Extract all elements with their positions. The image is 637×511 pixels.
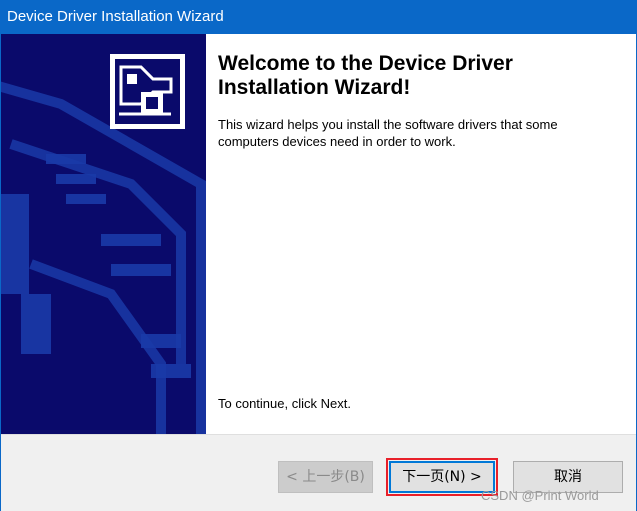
welcome-heading-line1: Welcome to the Device Driver [218, 52, 513, 75]
intro-line1: This wizard helps you install the softwa… [218, 117, 558, 132]
banner-graphic [1, 34, 206, 434]
intro-text: This wizard helps you install the softwa… [218, 116, 618, 150]
watermark: CSDN @Print World [481, 488, 599, 503]
wizard-window: Device Driver Installation Wizard Welcom… [0, 0, 637, 511]
back-button[interactable]: < 上一步(B) [278, 461, 373, 493]
intro-line2: computers devices need in order to work. [218, 134, 456, 149]
window-title: Device Driver Installation Wizard [7, 8, 224, 25]
wizard-content: Welcome to the Device Driver Installatio… [206, 34, 636, 434]
next-button[interactable]: 下一页(N) > [389, 461, 495, 493]
continue-instruction: To continue, click Next. [218, 396, 351, 411]
button-bar: < 上一步(B) 下一页(N) > 取消 CSDN @Print World [1, 434, 636, 511]
welcome-heading-line2: Installation Wizard! [218, 76, 411, 99]
wizard-banner [1, 34, 206, 434]
device-driver-icon [110, 54, 185, 129]
welcome-heading: Welcome to the Device Driver Installatio… [218, 52, 618, 100]
title-bar[interactable]: Device Driver Installation Wizard [1, 1, 636, 34]
